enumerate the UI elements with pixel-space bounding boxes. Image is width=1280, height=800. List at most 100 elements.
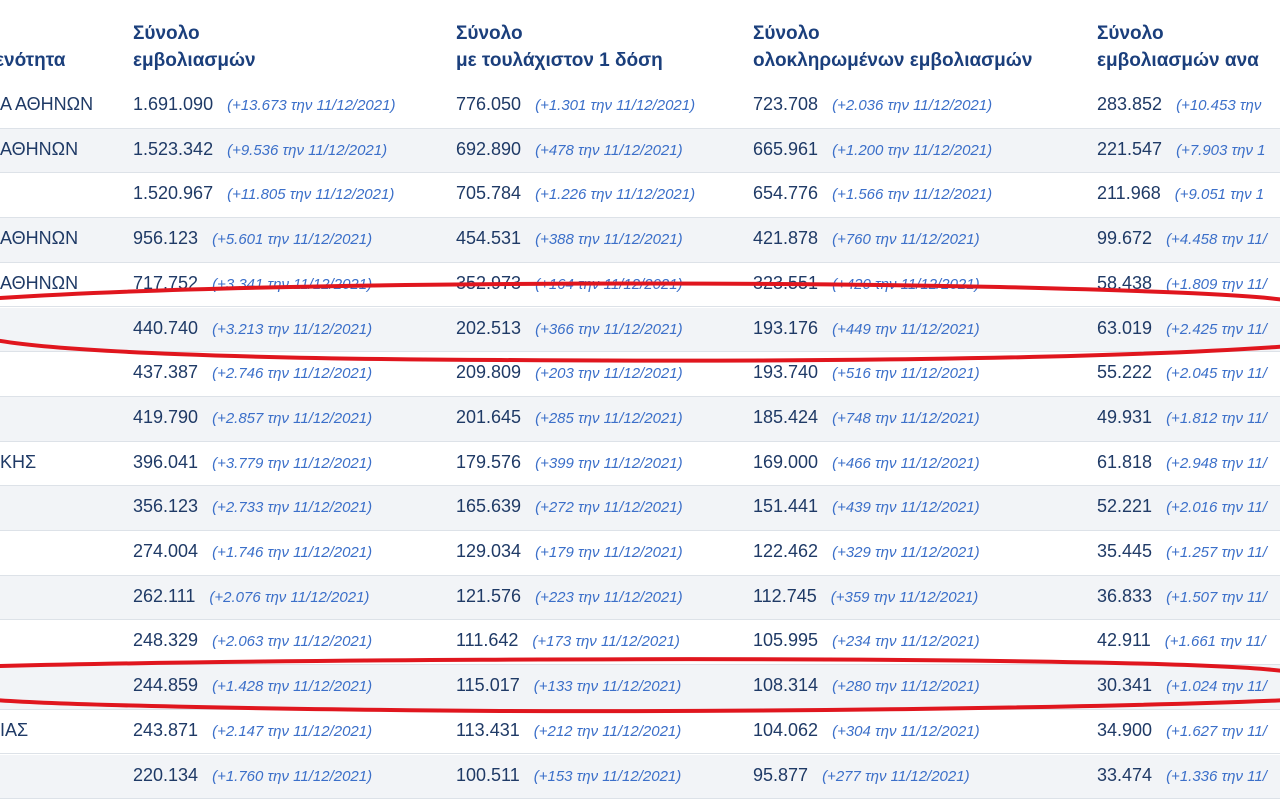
booster-vaccinations-daily-change: (+9.051 την 1 [1174, 186, 1265, 204]
completed-vaccinations-value: 122.462 [753, 541, 819, 561]
total-vaccinations-value: 244.859 [133, 675, 199, 696]
booster-vaccinations-cell: 52.221 (+2.016 την 11/ [1097, 496, 1267, 517]
total-vaccinations-value: 437.387 [133, 362, 199, 383]
total-vaccinations-cell: 437.387 (+2.746 την 11/12/2021) [133, 362, 372, 383]
table-row: 248.329 (+2.063 την 11/12/2021) 111.642 (+1… [0, 620, 1280, 666]
total-vaccinations-daily-change: (+2.857 την 11/12/2021) [212, 409, 373, 427]
completed-vaccinations-cell: 193.176 (+449 την 11/12/2021) [753, 318, 980, 339]
completed-vaccinations-value: 654.776 [753, 183, 819, 204]
one-dose-value: 179.576 [456, 451, 522, 472]
total-vaccinations-cell: 419.790 (+2.857 την 11/12/2021) [133, 407, 372, 428]
total-vaccinations-value: 1.523.342 [133, 138, 214, 159]
booster-vaccinations-cell: 35.445 (+1.257 την 11/ [1097, 541, 1267, 562]
one-dose-daily-change: (+173 την 11/12/2021) [532, 633, 680, 651]
completed-vaccinations-daily-change: (+439 την 11/12/2021) [832, 499, 980, 517]
booster-vaccinations-value: 52.221 [1097, 496, 1153, 517]
one-dose-cell: 113.431 (+212 την 11/12/2021) [456, 720, 681, 741]
completed-vaccinations-value: 185.424 [753, 406, 819, 427]
total-vaccinations-value: 1.691.090 [133, 94, 214, 114]
completed-vaccinations-cell: 105.995 (+234 την 11/12/2021) [753, 630, 980, 651]
completed-vaccinations-cell: 95.877 (+277 την 11/12/2021) [753, 765, 970, 786]
total-vaccinations-cell: 244.859 (+1.428 την 11/12/2021) [133, 675, 372, 696]
completed-vaccinations-cell: 112.745 (+359 την 11/12/2021) [753, 586, 978, 607]
completed-vaccinations-cell: 654.776 (+1.566 την 11/12/2021) [753, 183, 992, 204]
completed-vaccinations-cell: 104.062 (+304 την 11/12/2021) [753, 720, 980, 741]
one-dose-value: 113.431 [456, 719, 520, 740]
total-vaccinations-daily-change: (+2.733 την 11/12/2021) [212, 499, 373, 517]
completed-vaccinations-cell: 421.878 (+760 την 11/12/2021) [753, 228, 980, 249]
booster-vaccinations-daily-change: (+2.425 την 11/ [1166, 320, 1267, 338]
total-vaccinations-daily-change: (+2.063 την 11/12/2021) [212, 633, 373, 651]
completed-vaccinations-value: 323.551 [753, 272, 819, 293]
booster-vaccinations-daily-change: (+1.257 την 11/ [1166, 544, 1267, 561]
total-vaccinations-daily-change: (+2.147 την 11/12/2021) [212, 722, 373, 740]
completed-vaccinations-value: 193.740 [753, 362, 819, 383]
one-dose-cell: 202.513 (+366 την 11/12/2021) [456, 318, 683, 339]
booster-vaccinations-cell: 55.222 (+2.045 την 11/ [1097, 362, 1267, 383]
booster-vaccinations-value: 34.900 [1097, 719, 1153, 740]
total-vaccinations-cell: 262.111 (+2.076 την 11/12/2021) [133, 586, 369, 607]
booster-vaccinations-daily-change: (+1.336 την 11/ [1166, 767, 1267, 785]
completed-vaccinations-daily-change: (+1.566 την 11/12/2021) [832, 186, 993, 204]
completed-vaccinations-value: 193.176 [753, 317, 819, 338]
booster-vaccinations-value: 211.968 [1097, 183, 1161, 204]
completed-vaccinations-daily-change: (+359 την 11/12/2021) [830, 588, 979, 606]
total-vaccinations-value: 396.041 [133, 451, 199, 472]
header-region: ενότητα [0, 50, 66, 71]
one-dose-cell: 776.050 (+1.301 την 11/12/2021) [456, 94, 695, 115]
booster-vaccinations-value: 35.445 [1097, 541, 1153, 561]
one-dose-daily-change: (+203 την 11/12/2021) [535, 365, 683, 383]
completed-vaccinations-cell: 323.551 (+420 την 11/12/2021) [753, 273, 980, 294]
table-row: ΑΘΗΝΩΝ 717.752 (+3.341 την 11/12/2021) 352.… [0, 262, 1280, 308]
completed-vaccinations-value: 95.877 [753, 764, 809, 785]
table-row: 356.123 (+2.733 την 11/12/2021) 165.639 (+2… [0, 486, 1280, 531]
booster-vaccinations-cell: 49.931 (+1.812 την 11/ [1097, 407, 1267, 428]
total-vaccinations-value: 243.871 [133, 719, 199, 740]
total-vaccinations-daily-change: (+3.213 την 11/12/2021) [212, 320, 373, 338]
booster-vaccinations-value: 283.852 [1097, 94, 1163, 114]
one-dose-daily-change: (+399 την 11/12/2021) [535, 454, 683, 472]
table-row: 220.134 (+1.760 την 11/12/2021) 100.511 (+1… [0, 754, 1280, 800]
completed-vaccinations-daily-change: (+277 την 11/12/2021) [822, 767, 970, 785]
total-vaccinations-value: 274.004 [133, 541, 199, 561]
one-dose-value: 705.784 [456, 183, 522, 204]
booster-vaccinations-cell: 63.019 (+2.425 την 11/ [1097, 318, 1267, 339]
table-row: ΑΘΗΝΩΝ 1.523.342 (+9.536 την 11/12/2021) 69… [0, 128, 1280, 174]
one-dose-cell: 115.017 (+133 την 11/12/2021) [456, 675, 681, 696]
booster-vaccinations-value: 58.438 [1097, 272, 1153, 293]
total-vaccinations-cell: 220.134 (+1.760 την 11/12/2021) [133, 765, 372, 786]
completed-vaccinations-cell: 108.314 (+280 την 11/12/2021) [753, 675, 980, 696]
one-dose-cell: 454.531 (+388 την 11/12/2021) [456, 228, 683, 249]
one-dose-cell: 201.645 (+285 την 11/12/2021) [456, 407, 683, 428]
booster-vaccinations-daily-change: (+1.627 την 11/ [1166, 722, 1267, 740]
total-vaccinations-value: 717.752 [133, 272, 199, 293]
total-vaccinations-cell: 1.520.967 (+11.805 την 11/12/2021) [133, 183, 394, 204]
completed-vaccinations-cell: 193.740 (+516 την 11/12/2021) [753, 362, 980, 383]
total-vaccinations-daily-change: (+2.076 την 11/12/2021) [209, 588, 370, 606]
booster-vaccinations-value: 30.341 [1097, 675, 1153, 696]
one-dose-value: 129.034 [456, 541, 522, 561]
booster-vaccinations-cell: 58.438 (+1.809 την 11/ [1097, 273, 1267, 294]
table-row: ΙΑΣ 243.871 (+2.147 την 11/12/2021) 113.431… [0, 709, 1280, 755]
one-dose-cell: 121.576 (+223 την 11/12/2021) [456, 586, 683, 607]
completed-vaccinations-daily-change: (+280 την 11/12/2021) [832, 678, 980, 696]
booster-vaccinations-daily-change: (+2.016 την 11/ [1166, 499, 1267, 517]
one-dose-daily-change: (+366 την 11/12/2021) [535, 320, 683, 338]
table-row: 262.111 (+2.076 την 11/12/2021) 121.576 (+2… [0, 575, 1280, 621]
booster-vaccinations-daily-change: (+1.507 την 11/ [1166, 588, 1267, 606]
header-booster-vaccinations: Σύνολο εμβολιασμών ανα [1097, 23, 1259, 71]
booster-vaccinations-daily-change: (+7.903 την 1 [1176, 141, 1266, 159]
one-dose-value: 201.645 [456, 406, 522, 427]
one-dose-daily-change: (+179 την 11/12/2021) [535, 544, 683, 561]
one-dose-cell: 111.642 (+173 την 11/12/2021) [456, 630, 680, 651]
booster-vaccinations-cell: 42.911 (+1.661 την 11/ [1097, 630, 1266, 651]
one-dose-value: 202.513 [456, 317, 522, 338]
one-dose-value: 209.809 [456, 362, 522, 383]
booster-vaccinations-cell: 33.474 (+1.336 την 11/ [1097, 765, 1267, 786]
table-header: ενότητα Σύνολο εμβολιασμών Σύνολο με του… [0, 0, 1280, 85]
total-vaccinations-daily-change: (+11.805 την 11/12/2021) [227, 186, 395, 204]
header-completed-vaccinations: Σύνολο ολοκληρωμένων εμβολιασμών [753, 23, 1033, 71]
total-vaccinations-cell: 396.041 (+3.779 την 11/12/2021) [133, 452, 372, 473]
one-dose-daily-change: (+133 την 11/12/2021) [533, 678, 682, 696]
total-vaccinations-daily-change: (+13.673 την 11/12/2021) [227, 97, 396, 114]
